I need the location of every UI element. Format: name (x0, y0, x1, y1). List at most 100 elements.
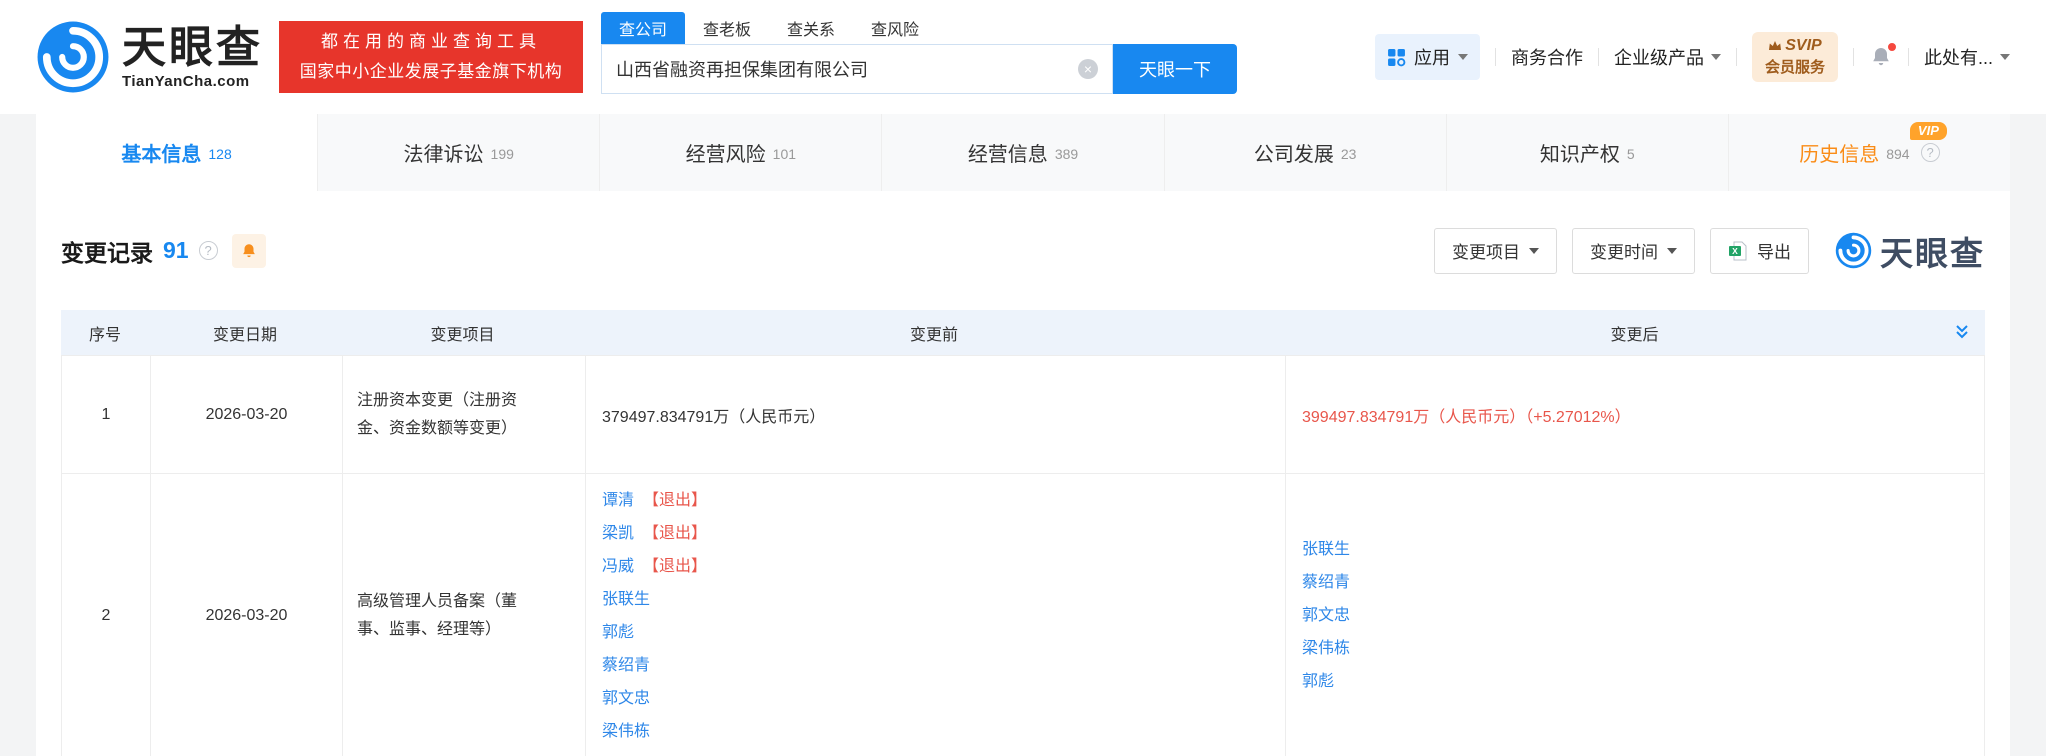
chevron-down-icon (1667, 248, 1677, 254)
person-line: 张联生 (1302, 533, 1350, 566)
col-header-no: 序号 (61, 321, 149, 345)
exit-tag: 【退出】 (643, 492, 707, 509)
cell-before: 谭清【退出】 梁凯【退出】 冯威【退出】 张联生 郭彪 蔡绍青 郭文忠 梁伟栋 (585, 474, 1285, 756)
cell-change-item: 高级管理人员备案（董事、监事、经理等） (342, 474, 585, 756)
help-icon[interactable]: ? (1921, 143, 1940, 162)
person-link[interactable]: 梁伟栋 (1302, 640, 1350, 657)
person-link[interactable]: 张联生 (1302, 541, 1350, 558)
cell-before: 379497.834791万（人民币元） (585, 356, 1285, 473)
top-bar: 天眼查 TianYanCha.com 都在用的商业查询工具 国家中小企业发展子基… (0, 0, 2046, 114)
svip-sublabel: 会员服务 (1765, 56, 1825, 77)
chevron-down-icon (1711, 54, 1721, 60)
watermark-text: 天眼查 (1880, 227, 1985, 275)
user-menu-label: 此处有... (1924, 44, 1993, 70)
promo-line2: 国家中小企业发展子基金旗下机构 (279, 57, 583, 87)
person-link[interactable]: 蔡绍青 (602, 657, 650, 674)
tab-basic-info[interactable]: 基本信息 128 (36, 114, 317, 191)
person-link[interactable]: 郭彪 (602, 624, 634, 641)
tab-legal-litigation[interactable]: 法律诉讼 199 (317, 114, 599, 191)
person-line: 蔡绍青 (602, 649, 707, 682)
search-tab-risk[interactable]: 查风险 (853, 12, 937, 44)
table-header-row: 序号 变更日期 变更项目 变更前 变更后 (61, 310, 1985, 355)
tianyancha-logo[interactable]: 天眼查 TianYanCha.com (36, 20, 263, 94)
filter-change-time-button[interactable]: 变更时间 (1572, 228, 1695, 274)
tab-intellectual-property[interactable]: 知识产权 5 (1446, 114, 1728, 191)
nav-cooperation[interactable]: 商务合作 (1511, 44, 1583, 70)
divider (1853, 48, 1854, 66)
change-records-table: 序号 变更日期 变更项目 变更前 变更后 1 2026-03-20 注册资本变更… (61, 310, 1985, 756)
exit-tag: 【退出】 (643, 558, 707, 575)
person-line: 郭彪 (602, 616, 707, 649)
filter-change-item-button[interactable]: 变更项目 (1434, 228, 1557, 274)
tab-history-info[interactable]: VIP 历史信息 894 ? (1728, 114, 2010, 191)
tianyancha-swirl-icon (1835, 232, 1872, 269)
cell-date: 2026-03-20 (150, 474, 342, 756)
crown-icon (1768, 40, 1782, 52)
tab-operation-info[interactable]: 经营信息 389 (881, 114, 1163, 191)
company-section-tabs: 基本信息 128 法律诉讼 199 经营风险 101 经营信息 389 公司发展… (36, 114, 2010, 191)
tab-operation-risk[interactable]: 经营风险 101 (599, 114, 881, 191)
col-header-after: 变更后 (1284, 321, 1985, 345)
person-link[interactable]: 郭文忠 (1302, 607, 1350, 624)
tab-company-development[interactable]: 公司发展 23 (1164, 114, 1446, 191)
tianyancha-watermark: 天眼查 (1835, 227, 1985, 275)
subscribe-bell-button[interactable] (232, 234, 266, 268)
search-input-box: × (601, 44, 1113, 94)
promo-banner: 都在用的商业查询工具 国家中小企业发展子基金旗下机构 (279, 21, 583, 93)
vip-badge: VIP (1910, 122, 1947, 140)
search-tab-company[interactable]: 查公司 (601, 12, 685, 44)
person-link[interactable]: 郭文忠 (602, 690, 650, 707)
person-link[interactable]: 梁凯 (602, 525, 634, 542)
search-input[interactable] (616, 59, 1078, 80)
notifications-button[interactable] (1869, 45, 1893, 69)
table-row: 1 2026-03-20 注册资本变更（注册资金、资金数额等变更） 379497… (62, 355, 1984, 473)
person-line: 郭彪 (1302, 665, 1350, 698)
person-line: 张联生 (602, 583, 707, 616)
svip-membership-button[interactable]: SVIP 会员服务 (1752, 32, 1838, 82)
person-line: 梁伟栋 (602, 715, 707, 748)
help-icon[interactable]: ? (199, 241, 218, 260)
cell-date: 2026-03-20 (150, 356, 342, 473)
person-line: 谭清【退出】 (602, 484, 707, 517)
divider (1736, 48, 1737, 66)
bell-icon (240, 242, 258, 260)
person-link[interactable]: 冯威 (602, 558, 634, 575)
person-line: 梁凯【退出】 (602, 517, 707, 550)
notification-dot (1887, 42, 1897, 52)
col-header-before: 变更前 (584, 321, 1284, 345)
cell-no: 2 (62, 474, 150, 756)
clear-search-icon[interactable]: × (1078, 59, 1098, 79)
divider (1598, 48, 1599, 66)
brand-domain: TianYanCha.com (122, 73, 263, 90)
panel-header: 变更记录 91 ? 变更项目 变更时间 X (61, 191, 1985, 310)
section-title: 变更记录 (61, 234, 153, 268)
person-link[interactable]: 张联生 (602, 591, 650, 608)
nav-enterprise[interactable]: 企业级产品 (1614, 44, 1721, 70)
person-link[interactable]: 蔡绍青 (1302, 574, 1350, 591)
person-link[interactable]: 谭清 (602, 492, 634, 509)
cell-change-item: 注册资本变更（注册资金、资金数额等变更） (342, 356, 585, 473)
apps-menu[interactable]: 应用 (1375, 34, 1480, 80)
search-button[interactable]: 天眼一下 (1113, 44, 1237, 94)
person-link[interactable]: 梁伟栋 (602, 723, 650, 740)
chevron-down-icon (1458, 54, 1468, 60)
nav-enterprise-label: 企业级产品 (1614, 44, 1704, 70)
user-menu[interactable]: 此处有... (1924, 44, 2010, 70)
promo-line1: 都在用的商业查询工具 (279, 27, 583, 57)
export-button[interactable]: X 导出 (1710, 228, 1809, 274)
cell-no: 1 (62, 356, 150, 473)
excel-icon: X (1728, 241, 1748, 261)
search-tab-boss[interactable]: 查老板 (685, 12, 769, 44)
person-line: 郭文忠 (602, 682, 707, 715)
person-line: 蔡绍青 (1302, 566, 1350, 599)
expand-all-icon[interactable] (1953, 323, 1971, 341)
exit-tag: 【退出】 (643, 525, 707, 542)
apps-grid-icon (1387, 48, 1406, 67)
person-line: 冯威【退出】 (602, 550, 707, 583)
svg-text:X: X (1732, 245, 1738, 255)
search-tab-relation[interactable]: 查关系 (769, 12, 853, 44)
cell-after: 399497.834791万（人民币元）（+5.27012%） (1285, 356, 1984, 473)
chevron-down-icon (1529, 248, 1539, 254)
section-count: 91 (163, 237, 189, 264)
person-link[interactable]: 郭彪 (1302, 673, 1334, 690)
